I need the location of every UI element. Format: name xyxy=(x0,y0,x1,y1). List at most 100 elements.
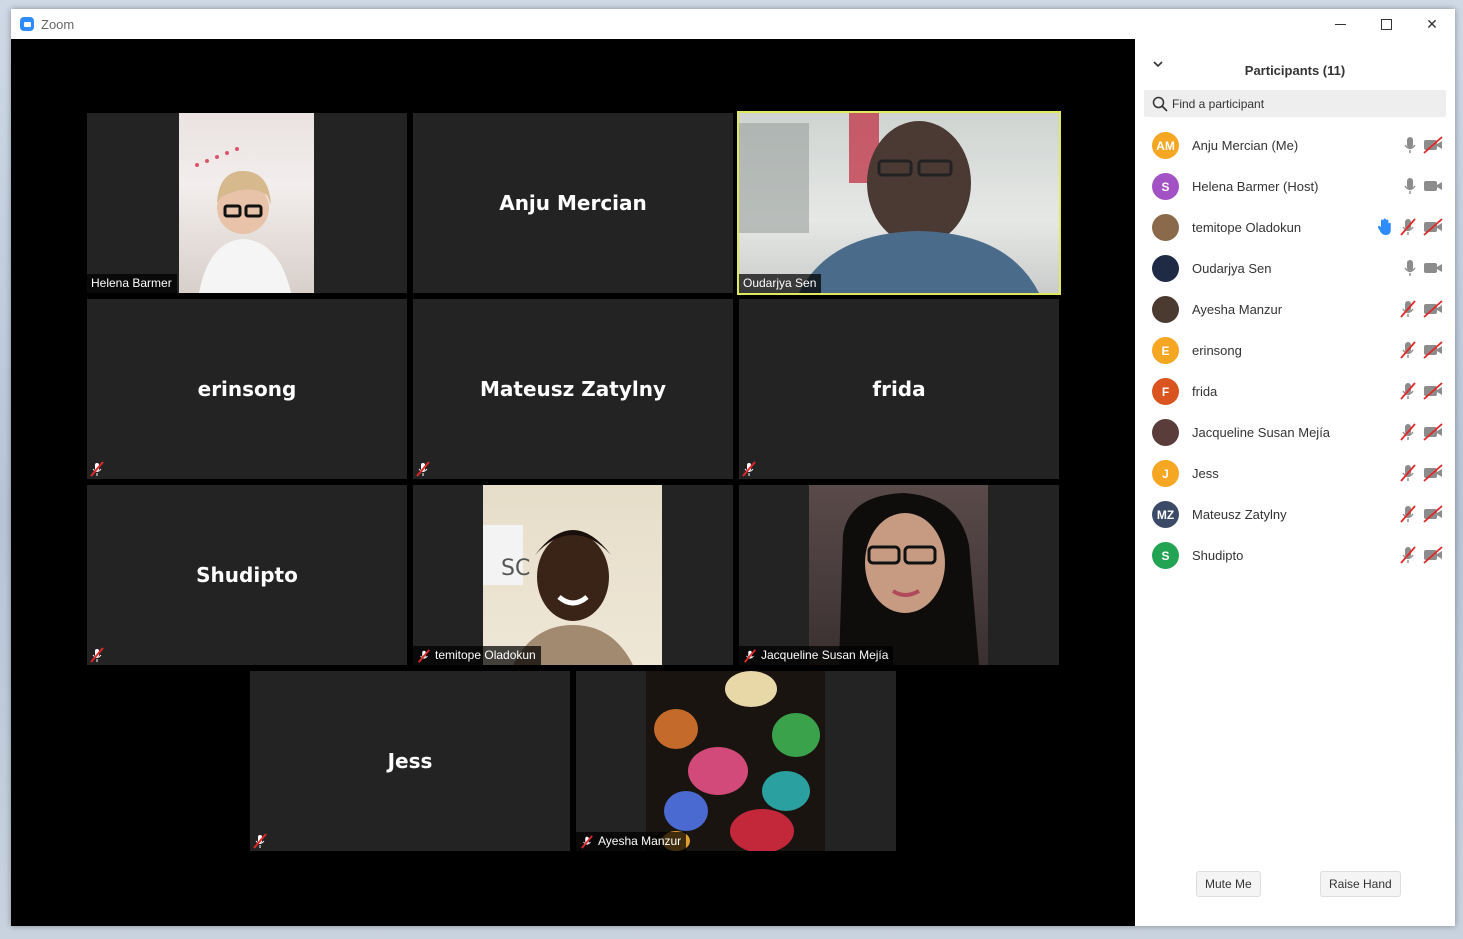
participant-name: Ayesha Manzur xyxy=(1192,302,1283,317)
participant-row[interactable]: Eerinsong xyxy=(1135,330,1455,371)
camera-off-icon[interactable] xyxy=(1423,341,1443,359)
participant-status-icons xyxy=(1403,136,1443,154)
video-tile[interactable]: erinsong xyxy=(87,299,407,479)
video-feed: SC xyxy=(483,485,662,665)
camera-icon[interactable] xyxy=(1423,179,1443,193)
avatar: MZ xyxy=(1152,501,1179,528)
participant-search xyxy=(1144,90,1446,117)
zoom-app-icon xyxy=(20,17,34,31)
close-button[interactable]: ✕ xyxy=(1409,9,1455,39)
mic-icon[interactable] xyxy=(1403,136,1417,154)
participant-list: AM Anju Mercian (Me) S Helena Barmer (Host)… xyxy=(1135,125,1455,576)
active-speaker-tile[interactable]: Oudarjya Sen xyxy=(737,111,1061,295)
window-title: Zoom xyxy=(41,16,75,32)
participant-name-tag: Helena Barmer xyxy=(87,274,177,293)
camera-off-icon[interactable] xyxy=(1423,136,1443,154)
mic-muted-icon[interactable] xyxy=(1399,464,1417,482)
participant-name: Jess xyxy=(1192,466,1219,481)
mic-muted-icon[interactable] xyxy=(1399,300,1417,318)
mic-icon[interactable] xyxy=(1403,259,1417,277)
participant-row[interactable]: AM Anju Mercian (Me) xyxy=(1135,125,1455,166)
participant-display-name: Jess xyxy=(387,749,433,773)
participant-status-icons xyxy=(1377,218,1443,236)
mic-muted-icon[interactable] xyxy=(1399,382,1417,400)
raised-hand-icon xyxy=(1377,218,1391,235)
participant-display-name: erinsong xyxy=(197,377,297,401)
camera-off-icon[interactable] xyxy=(1423,464,1443,482)
participants-header: Participants (11) xyxy=(1135,55,1455,85)
participant-display-name: Anju Mercian xyxy=(499,191,647,215)
avatar: S xyxy=(1152,542,1179,569)
minimize-button[interactable] xyxy=(1317,9,1363,39)
video-feed xyxy=(809,485,988,665)
mic-muted-icon[interactable] xyxy=(1399,505,1417,523)
maximize-button[interactable] xyxy=(1363,9,1409,39)
mic-muted-icon[interactable] xyxy=(1399,218,1417,236)
mute-me-button[interactable]: Mute Me xyxy=(1196,871,1261,897)
participant-name: Mateusz Zatylny xyxy=(1192,507,1287,522)
avatar xyxy=(1152,255,1179,282)
mic-muted-icon xyxy=(90,647,104,663)
participants-title: Participants (11) xyxy=(1244,62,1346,78)
mic-muted-icon xyxy=(581,834,593,849)
zoom-window: Zoom ✕ Helena Barmer Anju Mercian Oudarj… xyxy=(11,9,1455,926)
mic-muted-icon xyxy=(742,461,756,477)
participant-row[interactable]: Ffrida xyxy=(1135,371,1455,412)
participant-status-icons xyxy=(1403,259,1443,277)
mic-muted-icon xyxy=(418,648,430,663)
participant-video-image xyxy=(739,113,1039,293)
participant-display-name: Mateusz Zatylny xyxy=(480,377,666,401)
participant-row[interactable]: temitope Oladokun xyxy=(1135,207,1455,248)
camera-off-icon[interactable] xyxy=(1423,546,1443,564)
participant-row[interactable]: S Shudipto xyxy=(1135,535,1455,576)
camera-off-icon[interactable] xyxy=(1423,505,1443,523)
camera-off-icon[interactable] xyxy=(1423,382,1443,400)
mic-muted-icon[interactable] xyxy=(1399,341,1417,359)
mic-muted-icon[interactable] xyxy=(1399,546,1417,564)
video-feed xyxy=(739,113,1059,293)
participant-name: Jacqueline Susan Mejía xyxy=(1192,425,1331,440)
participant-video-image: SC xyxy=(483,525,633,665)
search-input[interactable] xyxy=(1172,96,1442,111)
video-tile[interactable]: Anju Mercian xyxy=(413,113,733,293)
participant-row[interactable]: Jacqueline Susan Mejía xyxy=(1135,412,1455,453)
mic-muted-icon[interactable] xyxy=(1399,423,1417,441)
video-tile[interactable]: frida xyxy=(739,299,1059,479)
raise-hand-button[interactable]: Raise Hand xyxy=(1320,871,1401,897)
camera-icon[interactable] xyxy=(1423,261,1443,275)
avatar xyxy=(1152,214,1179,241)
video-tile[interactable]: Mateusz Zatylny xyxy=(413,299,733,479)
participant-row[interactable]: S Helena Barmer (Host) xyxy=(1135,166,1455,207)
mic-icon[interactable] xyxy=(1403,177,1417,195)
participant-row[interactable]: J Jess xyxy=(1135,453,1455,494)
camera-off-icon[interactable] xyxy=(1423,300,1443,318)
participant-row[interactable]: Ayesha Manzur xyxy=(1135,289,1455,330)
participant-name-tag: Jacqueline Susan Mejía xyxy=(739,646,894,665)
participant-name-tag: Ayesha Manzur xyxy=(576,832,687,851)
participants-footer: Mute Me Raise Hand xyxy=(1135,871,1455,926)
participant-status-icons xyxy=(1399,505,1443,523)
avatar xyxy=(1152,419,1179,446)
svg-text:SC: SC xyxy=(501,556,530,581)
camera-off-icon[interactable] xyxy=(1423,218,1443,236)
avatar: AM xyxy=(1152,132,1179,159)
video-tile[interactable]: Ayesha Manzur xyxy=(576,671,896,851)
participant-name-tag: Oudarjya Sen xyxy=(739,274,822,293)
participant-display-name: Shudipto xyxy=(196,563,298,587)
participant-row[interactable]: MZ Mateusz Zatylny xyxy=(1135,494,1455,535)
avatar: S xyxy=(1152,173,1179,200)
participant-name-tag: temitope Oladokun xyxy=(413,646,541,665)
participant-name: temitope Oladokun xyxy=(1192,220,1302,235)
avatar: E xyxy=(1152,337,1179,364)
participant-display-name: frida xyxy=(872,377,926,401)
video-tile[interactable]: Helena Barmer xyxy=(87,113,407,293)
participant-row[interactable]: Oudarjya Sen xyxy=(1135,248,1455,289)
camera-off-icon[interactable] xyxy=(1423,423,1443,441)
gallery-view: Helena Barmer Anju Mercian Oudarjya Sen … xyxy=(11,39,1135,926)
video-tile[interactable]: Shudipto xyxy=(87,485,407,665)
participant-video-image xyxy=(839,493,979,665)
video-tile[interactable]: Jacqueline Susan Mejía xyxy=(739,485,1059,665)
video-tile[interactable]: SC temitope Oladokun xyxy=(413,485,733,665)
mic-muted-icon xyxy=(744,648,756,663)
video-tile[interactable]: Jess xyxy=(250,671,570,851)
